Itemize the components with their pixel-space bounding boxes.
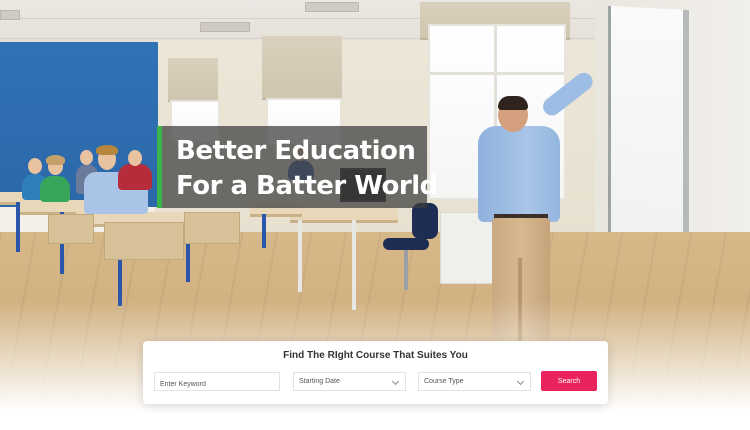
course-type-label: Course Type: [424, 378, 464, 385]
student-hair: [96, 145, 118, 155]
teacher-hair: [498, 96, 528, 110]
desk-leg: [262, 214, 266, 248]
ceiling-light: [305, 2, 359, 12]
window-frame: [430, 72, 564, 75]
teacher-desk: [290, 206, 398, 223]
student: [118, 164, 152, 190]
keyword-input[interactable]: [155, 376, 279, 393]
chair-back: [184, 212, 240, 244]
student-hair: [46, 155, 65, 165]
hero-headline-box: Better Education For a Batter World: [157, 126, 438, 208]
window-blind: [168, 58, 218, 102]
ceiling-light: [0, 10, 20, 20]
chair-back: [104, 222, 184, 260]
student-head: [128, 150, 142, 166]
search-card-title: Find The RIght Course That Suites You: [283, 350, 468, 361]
chevron-down-icon: [391, 377, 400, 386]
course-search-card: Find The RIght Course That Suites You St…: [143, 341, 608, 404]
chevron-down-icon: [516, 377, 525, 386]
student-head: [80, 150, 93, 165]
course-type-select[interactable]: Course Type: [418, 372, 531, 391]
desk-leg: [352, 220, 356, 310]
hero-headline-line-1: Better Education: [176, 136, 416, 166]
starting-date-label: Starting Date: [299, 378, 340, 385]
desk-leg: [298, 220, 302, 292]
office-chair: [412, 203, 438, 239]
ceiling-light: [200, 22, 250, 32]
keyword-field[interactable]: [154, 372, 280, 393]
window-blind: [262, 36, 342, 100]
search-button[interactable]: Search: [541, 371, 597, 391]
student: [40, 176, 70, 202]
cabinet: [440, 212, 494, 284]
page: Better Education For a Batter World Find…: [0, 0, 750, 430]
hero-headline-line-2: For a Batter World: [176, 171, 438, 201]
teacher: [478, 126, 560, 222]
chair-stem: [404, 250, 408, 290]
student-head: [28, 158, 42, 174]
office-chair-seat: [383, 238, 429, 250]
starting-date-select[interactable]: Starting Date: [293, 372, 406, 391]
chair-back: [48, 214, 94, 244]
